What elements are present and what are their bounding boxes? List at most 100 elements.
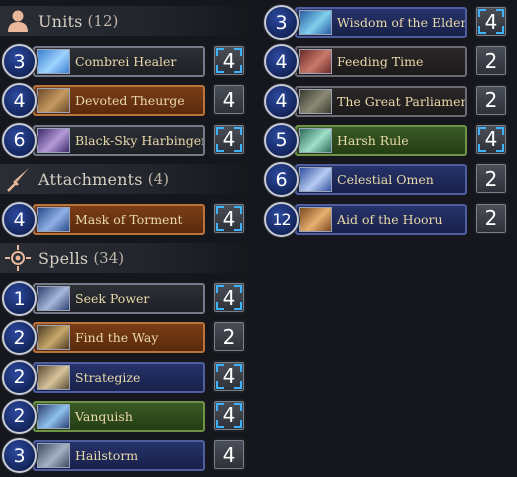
max-copies-corner-icon — [234, 206, 242, 214]
card-quantity-badge: 4 — [474, 5, 508, 38]
card-art-thumbnail — [37, 49, 70, 74]
card-quantity-badge: 4 — [212, 83, 246, 117]
card-name: Strategize — [75, 369, 141, 385]
card-cost-badge: 1 — [2, 281, 37, 316]
deck-card-row[interactable]: 2 Strategize 4 — [0, 358, 250, 396]
card-name: Seek Power — [75, 291, 150, 306]
card-art-thumbnail — [37, 286, 70, 311]
card-name-bar[interactable]: Strategize — [33, 361, 205, 393]
card-quantity-badge: 4 — [212, 438, 246, 472]
deck-card-row[interactable]: 5 Harsh Rule 4 — [262, 121, 512, 159]
card-name: Aid of the Hooru — [337, 211, 443, 227]
max-copies-corner-icon — [216, 380, 224, 389]
card-name: Wisdom of the Elders — [337, 15, 467, 30]
card-art-thumbnail — [37, 207, 70, 232]
card-name-bar[interactable]: Harsh Rule — [295, 124, 467, 156]
card-quantity-badge: 4 — [212, 44, 246, 77]
deck-card-row[interactable]: 6 Black-Sky Harbinger 4 — [0, 121, 250, 159]
card-name-bar[interactable]: Wisdom of the Elders — [295, 7, 467, 38]
card-art-thumbnail — [37, 443, 70, 469]
card-name: Celestial Omen — [337, 172, 434, 188]
card-art-thumbnail — [299, 10, 332, 35]
card-name-bar[interactable]: Find the Way — [33, 322, 205, 354]
card-name-bar[interactable]: Mask of Torment — [33, 204, 205, 235]
card-art-thumbnail — [37, 325, 70, 351]
card-cost-badge: 12 — [264, 201, 299, 237]
card-name-bar[interactable]: Aid of the Hooru — [295, 203, 467, 235]
card-quantity-value: 2 — [484, 206, 498, 230]
card-cost-badge: 4 — [264, 83, 299, 119]
card-quantity-value: 2 — [484, 166, 498, 191]
card-name-bar[interactable]: Celestial Omen — [295, 164, 467, 196]
max-copies-corner-icon — [234, 48, 242, 56]
section-title: Spells — [38, 248, 89, 268]
person-silhouette-icon — [4, 7, 32, 35]
card-art-thumbnail — [299, 127, 332, 153]
card-quantity-badge: 2 — [474, 162, 508, 196]
card-quantity-value: 2 — [484, 48, 498, 73]
card-quantity-badge: 4 — [212, 202, 246, 235]
section-header-spells[interactable]: Spells (34) — [0, 243, 250, 273]
deck-card-row[interactable]: 12 Aid of the Hooru 2 — [262, 200, 512, 238]
card-name-bar[interactable]: Devoted Theurge — [33, 85, 205, 117]
card-cost-badge: 6 — [264, 162, 299, 198]
card-art-thumbnail — [37, 403, 70, 429]
max-copies-corner-icon — [216, 65, 224, 73]
card-name-bar[interactable]: Hailstorm — [33, 440, 205, 472]
section-title: Units — [38, 11, 83, 31]
max-copies-corner-icon — [496, 126, 504, 135]
card-cost-badge: 2 — [2, 398, 37, 434]
deck-card-row[interactable]: 6 Celestial Omen 2 — [262, 160, 512, 198]
card-quantity-badge: 2 — [212, 320, 246, 354]
card-name-bar[interactable]: Black-Sky Harbinger — [33, 124, 205, 156]
card-name: Vanquish — [75, 408, 133, 424]
deck-card-row[interactable]: 3 Wisdom of the Elders 4 — [262, 3, 512, 41]
section-count: (4) — [147, 170, 169, 188]
deck-card-row[interactable]: 4 Devoted Theurge 4 — [0, 81, 250, 119]
deck-card-row[interactable]: 2 Vanquish 4 — [0, 397, 250, 435]
sword-icon — [4, 165, 32, 193]
max-copies-corner-icon — [478, 26, 486, 34]
card-quantity-badge: 2 — [474, 44, 508, 78]
max-copies-corner-icon — [234, 363, 242, 372]
card-quantity-value: 4 — [222, 442, 236, 467]
card-art-thumbnail — [37, 88, 70, 114]
section-header-attachments[interactable]: Attachments (4) — [0, 164, 250, 194]
section-count: (34) — [93, 249, 125, 267]
card-art-thumbnail — [299, 206, 332, 232]
card-art-thumbnail — [299, 167, 332, 193]
card-cost-badge: 2 — [2, 359, 37, 395]
card-name: Feeding Time — [337, 54, 424, 70]
deck-card-row[interactable]: 3 Combrei Healer 4 — [0, 42, 250, 80]
max-copies-corner-icon — [216, 419, 224, 428]
card-name-bar[interactable]: Vanquish — [33, 400, 205, 432]
deck-card-row[interactable]: 1 Seek Power 4 — [0, 279, 250, 317]
deck-card-row[interactable]: 4 The Great Parliament 2 — [262, 82, 512, 120]
section-count: (12) — [87, 12, 119, 30]
card-quantity-badge: 2 — [474, 201, 508, 235]
section-title: Attachments — [38, 169, 143, 189]
card-art-thumbnail — [299, 49, 332, 75]
sun-emblem-icon — [4, 244, 32, 272]
card-name: Black-Sky Harbinger — [75, 132, 205, 148]
card-quantity-badge: 4 — [474, 122, 508, 156]
section-header-units[interactable]: Units (12) — [0, 6, 250, 36]
card-quantity-badge: 2 — [474, 83, 508, 117]
card-name-bar[interactable]: Seek Power — [33, 283, 205, 314]
card-name-bar[interactable]: The Great Parliament — [295, 85, 467, 117]
deck-card-row[interactable]: 4 Mask of Torment 4 — [0, 200, 250, 238]
card-cost-badge: 4 — [2, 83, 37, 119]
deck-card-row[interactable]: 4 Feeding Time 2 — [262, 42, 512, 80]
card-cost-badge: 4 — [264, 44, 299, 80]
card-cost-badge: 2 — [2, 320, 37, 356]
card-name-bar[interactable]: Combrei Healer — [33, 46, 205, 77]
card-name: The Great Parliament — [337, 93, 467, 109]
card-quantity-value: 4 — [222, 87, 236, 112]
card-name-bar[interactable]: Feeding Time — [295, 46, 467, 78]
card-quantity-badge: 4 — [212, 281, 246, 314]
card-art-thumbnail — [37, 364, 70, 390]
deck-card-row[interactable]: 2 Find the Way 2 — [0, 318, 250, 356]
deck-card-row[interactable]: 3 Hailstorm 4 — [0, 436, 250, 474]
card-cost-badge: 3 — [2, 438, 37, 474]
max-copies-corner-icon — [216, 302, 224, 310]
